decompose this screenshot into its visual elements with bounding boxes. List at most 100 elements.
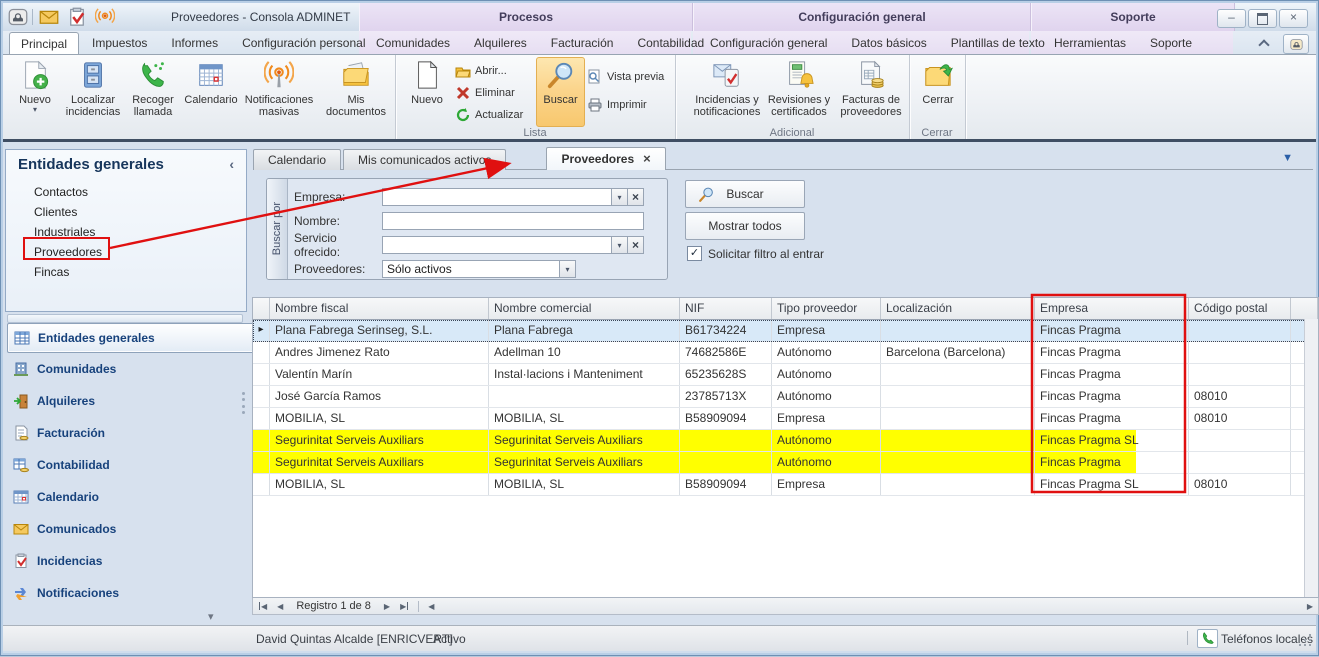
- grid-cell[interactable]: José García Ramos: [270, 386, 489, 407]
- grid-row[interactable]: ▸Plana Fabrega Serinseg, S.L.Plana Fabre…: [253, 320, 1318, 342]
- mis-documentos-button[interactable]: Mis documentos: [317, 57, 395, 127]
- grid-cell[interactable]: B58909094: [680, 474, 772, 495]
- ribbon-tab-plantillas[interactable]: Plantillas de texto: [940, 32, 1056, 54]
- abrir-button[interactable]: Abrir...: [455, 61, 507, 81]
- grid-cell[interactable]: [1189, 430, 1291, 451]
- grid-cell[interactable]: Fincas Pragma: [1035, 364, 1189, 385]
- servicio-input[interactable]: [382, 236, 612, 254]
- grid-cell[interactable]: MOBILIA, SL: [270, 474, 489, 495]
- nuevo-button[interactable]: Nuevo ▾: [9, 57, 61, 127]
- ribbon-tab-informes[interactable]: Informes: [160, 32, 229, 54]
- vista-previa-button[interactable]: Vista previa: [587, 67, 664, 87]
- empresa-clear-button[interactable]: ×: [627, 188, 644, 206]
- grid-cell[interactable]: MOBILIA, SL: [270, 408, 489, 429]
- empresa-input[interactable]: [382, 188, 612, 206]
- next-record-button[interactable]: ▶: [379, 602, 395, 611]
- mail-quick-icon[interactable]: [39, 7, 59, 27]
- last-record-button[interactable]: ▶: [395, 602, 414, 611]
- imprimir-button[interactable]: Imprimir: [587, 95, 647, 115]
- calendario-button[interactable]: Calendario: [181, 57, 241, 127]
- grid-cell[interactable]: [1189, 364, 1291, 385]
- grid-row[interactable]: Andres Jimenez RatoAdellman 1074682586EA…: [253, 342, 1318, 364]
- tab-proveedores[interactable]: Proveedores×: [546, 147, 665, 170]
- grid-cell[interactable]: Empresa: [772, 474, 881, 495]
- ribbon-tab-facturacion[interactable]: Facturación: [540, 32, 625, 54]
- sidebar-item-contactos[interactable]: Contactos: [34, 185, 88, 199]
- row-selector[interactable]: ▸: [253, 320, 270, 341]
- column-header-codigo-postal[interactable]: Código postal: [1189, 298, 1291, 319]
- grid-cell[interactable]: [1189, 452, 1291, 473]
- sidebar-drag-handle[interactable]: [242, 392, 246, 414]
- ribbon-tab-comunidades[interactable]: Comunidades: [365, 32, 461, 54]
- grid-cell[interactable]: Autónomo: [772, 430, 881, 451]
- ribbon-tab-datos-basicos[interactable]: Datos básicos: [840, 32, 937, 54]
- grid-cell[interactable]: 74682586E: [680, 342, 772, 363]
- grid-cell[interactable]: Fincas Pragma: [1035, 320, 1189, 341]
- help-app-button[interactable]: [1283, 34, 1309, 54]
- grid-cell[interactable]: [680, 452, 772, 473]
- grid-cell[interactable]: Fincas Pragma SL: [1035, 474, 1189, 495]
- grid-cell[interactable]: [881, 386, 1035, 407]
- nombre-input[interactable]: [382, 212, 644, 230]
- grid-cell[interactable]: Segurinitat Serveis Auxiliars: [270, 452, 489, 473]
- proveedores-select[interactable]: Sólo activos: [382, 260, 560, 278]
- proveedores-dropdown-button[interactable]: ▾: [559, 260, 576, 278]
- grid-cell[interactable]: Fincas Pragma: [1035, 408, 1189, 429]
- grid-cell[interactable]: B58909094: [680, 408, 772, 429]
- grid-cell[interactable]: Segurinitat Serveis Auxiliars: [489, 430, 680, 451]
- grid-cell[interactable]: MOBILIA, SL: [489, 474, 680, 495]
- grid-cell[interactable]: Fincas Pragma SL: [1035, 430, 1189, 451]
- grid-cell[interactable]: Segurinitat Serveis Auxiliars: [270, 430, 489, 451]
- ribbon-tab-alquileres[interactable]: Alquileres: [463, 32, 538, 54]
- grid-cell[interactable]: 65235628S: [680, 364, 772, 385]
- empresa-dropdown-button[interactable]: ▾: [611, 188, 628, 206]
- ribbon-tab-herramientas[interactable]: Herramientas: [1043, 32, 1137, 54]
- previous-record-button[interactable]: ◀: [272, 602, 288, 611]
- grid-row[interactable]: Segurinitat Serveis AuxiliarsSegurinitat…: [253, 452, 1318, 474]
- column-header-localizacion[interactable]: Localización: [881, 298, 1035, 319]
- grid-row[interactable]: Segurinitat Serveis AuxiliarsSegurinitat…: [253, 430, 1318, 452]
- grid-row[interactable]: José García Ramos23785713XAutónomoFincas…: [253, 386, 1318, 408]
- column-header-nif[interactable]: NIF: [680, 298, 772, 319]
- minimize-button[interactable]: –: [1217, 9, 1246, 28]
- grid-cell[interactable]: Segurinitat Serveis Auxiliars: [489, 452, 680, 473]
- eliminar-button[interactable]: Eliminar: [455, 83, 515, 103]
- column-header-tipo-proveedor[interactable]: Tipo proveedor: [772, 298, 881, 319]
- ribbon-tab-soporte[interactable]: Soporte: [1139, 32, 1203, 54]
- incidencias-notificaciones-button[interactable]: Incidencias y notificaciones: [691, 57, 763, 127]
- servicio-dropdown-button[interactable]: ▾: [611, 236, 628, 254]
- grid-cell[interactable]: [1189, 320, 1291, 341]
- grid-cell[interactable]: [680, 430, 772, 451]
- servicio-clear-button[interactable]: ×: [627, 236, 644, 254]
- revisiones-certificados-button[interactable]: Revisiones y certificados: [763, 57, 835, 127]
- restore-button[interactable]: [1248, 9, 1277, 28]
- recoger-llamada-button[interactable]: Recoger llamada: [125, 57, 181, 127]
- grid-cell[interactable]: Plana Fabrega Serinseg, S.L.: [270, 320, 489, 341]
- tab-close-icon[interactable]: ×: [643, 151, 651, 166]
- solicitar-filtro-checkbox[interactable]: ✓: [687, 246, 702, 261]
- grid-cell[interactable]: [881, 408, 1035, 429]
- resize-grip[interactable]: [1299, 634, 1311, 646]
- tasks-quick-icon[interactable]: [67, 7, 87, 27]
- sidebar-item-fincas[interactable]: Fincas: [34, 265, 69, 279]
- cerrar-button[interactable]: Cerrar: [912, 57, 964, 127]
- grid-cell[interactable]: Adellman 10: [489, 342, 680, 363]
- ribbon-tab-principal[interactable]: Principal: [9, 32, 79, 55]
- grid-cell[interactable]: Autónomo: [772, 364, 881, 385]
- actualizar-button[interactable]: Actualizar: [455, 105, 523, 125]
- grid-cell[interactable]: [881, 430, 1035, 451]
- ribbon-tab-configuracion-personal[interactable]: Configuración personal: [231, 32, 376, 54]
- grid-row[interactable]: Valentín MarínInstal·lacions i Mantenime…: [253, 364, 1318, 386]
- broadcast-quick-icon[interactable]: [95, 7, 115, 27]
- sidebar-splitter[interactable]: [7, 314, 243, 323]
- ribbon-tab-impuestos[interactable]: Impuestos: [81, 32, 158, 54]
- tab-mis-comunicados[interactable]: Mis comunicados activos: [343, 149, 506, 170]
- nuevo-lista-button[interactable]: Nuevo: [401, 57, 453, 127]
- column-header-nombre-comercial[interactable]: Nombre comercial: [489, 298, 680, 319]
- sidebar-overflow-chevron[interactable]: ▾: [208, 610, 214, 623]
- grid-cell[interactable]: 08010: [1189, 386, 1291, 407]
- mostrar-todos-button[interactable]: Mostrar todos: [685, 212, 805, 240]
- row-selector[interactable]: [253, 386, 270, 407]
- grid-cell[interactable]: [881, 364, 1035, 385]
- buscar-button[interactable]: Buscar: [685, 180, 805, 208]
